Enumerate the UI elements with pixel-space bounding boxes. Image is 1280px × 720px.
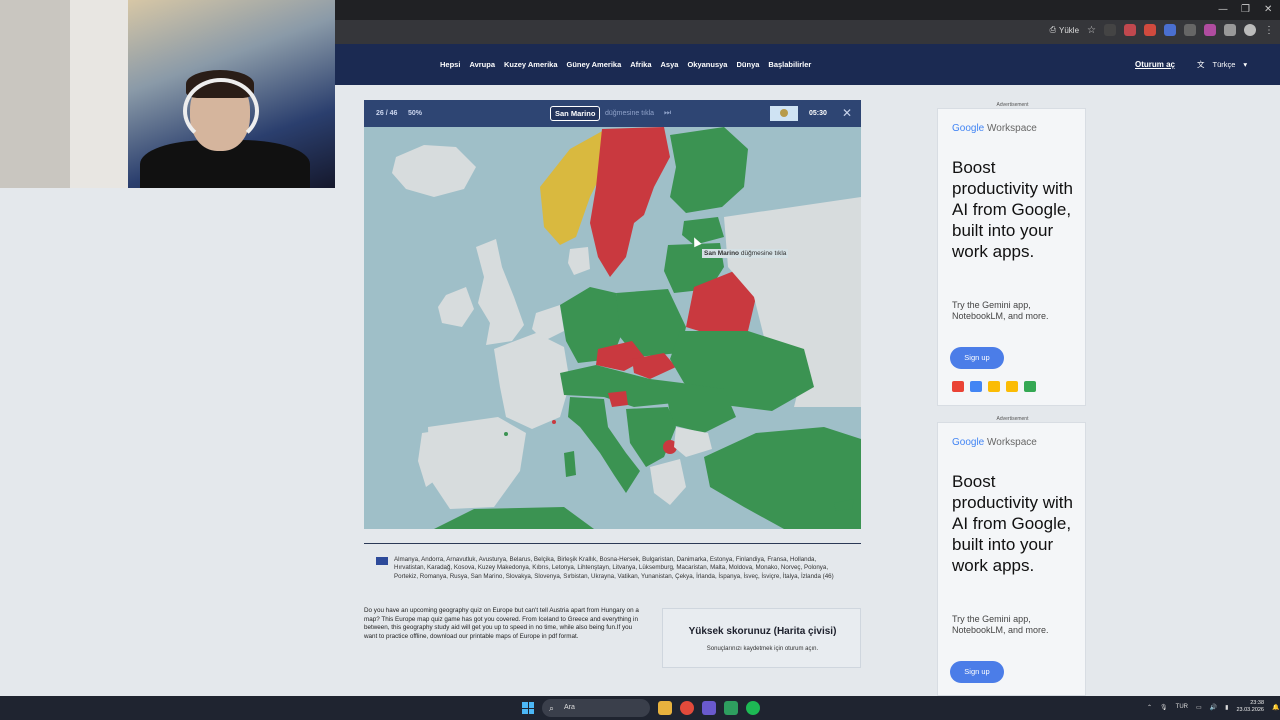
- translate-icon: 文: [1197, 60, 1205, 69]
- country-list: Almanya, Andorra, Arnavutluk, Avusturya,…: [364, 543, 861, 587]
- ad-body: Try the Gemini app, NotebookLM, and more…: [952, 614, 1049, 635]
- nav-link-south-america[interactable]: Güney Amerika: [567, 60, 622, 69]
- high-score-title: Yüksek skorunuz (Harita çivisi): [688, 626, 837, 637]
- minimize-icon[interactable]: —: [1218, 4, 1228, 15]
- target-country: San Marino: [550, 106, 601, 121]
- ad-banner[interactable]: Advertisement Google Workspace Boost pro…: [937, 102, 1086, 406]
- high-score-box: Yüksek skorunuz (Harita çivisi) Sonuçlar…: [662, 608, 861, 668]
- eu-flag-icon: [376, 557, 388, 565]
- country-list-text: Almanya, Andorra, Arnavutluk, Avusturya,…: [394, 556, 834, 580]
- language-label: Türkçe: [1212, 60, 1236, 69]
- quiz-header: 26 / 46 50% San Marino düğmesine tıkla ⏭…: [364, 100, 861, 127]
- close-quiz-icon[interactable]: ✕: [842, 106, 852, 120]
- nav-link-beginners[interactable]: Başlabilirler: [768, 60, 811, 69]
- about-text: Do you have an upcoming geography quiz o…: [364, 607, 639, 640]
- ad-app-icons: [952, 381, 1036, 392]
- ad-signup-button[interactable]: Sign up: [950, 661, 1004, 683]
- ad-signup-button[interactable]: Sign up: [950, 347, 1004, 369]
- score-percent: 50%: [408, 110, 423, 117]
- address-bar-area: ⎙ Yükle ☆ ⋮: [335, 20, 1280, 44]
- webcam-headset: [183, 78, 259, 144]
- country-sardinia[interactable]: [564, 451, 576, 477]
- extensions-puzzle-icon[interactable]: [1224, 24, 1236, 36]
- webcam-door: [70, 0, 130, 188]
- ad-brand-product: Workspace: [987, 437, 1037, 448]
- site-navbar: Hepsi Avrupa Kuzey Amerika Güney Amerika…: [335, 44, 1280, 85]
- close-window-icon[interactable]: ✕: [1264, 4, 1272, 15]
- spotify-icon[interactable]: [746, 701, 760, 715]
- ad-headline: Boost productivity with AI from Google, …: [952, 472, 1073, 575]
- ad-brand-product: Workspace: [987, 123, 1037, 134]
- ad-body: Try the Gemini app, NotebookLM, and more…: [952, 300, 1049, 321]
- install-label: Yükle: [1059, 25, 1080, 35]
- tooltip-text: düğmesine tıkla: [740, 250, 787, 257]
- ad-label: Advertisement: [996, 416, 1029, 422]
- quiz-panel: 26 / 46 50% San Marino düğmesine tıkla ⏭…: [364, 100, 861, 529]
- bookmark-star-icon[interactable]: ☆: [1087, 25, 1096, 36]
- notification-icon[interactable]: 🔔: [1272, 704, 1279, 711]
- menu-dots-icon[interactable]: ⋮: [1264, 25, 1274, 36]
- login-link[interactable]: Oturum aç: [1135, 60, 1175, 69]
- nav-link-all[interactable]: Hepsi: [440, 60, 460, 69]
- extension-icon[interactable]: [1144, 24, 1156, 36]
- tooltip-country: San Marino: [704, 250, 740, 257]
- clock-time: 23:38: [1250, 700, 1264, 706]
- clock-date: 23.03.2026: [1236, 707, 1264, 713]
- extension-icon[interactable]: [1124, 24, 1136, 36]
- chevron-up-icon[interactable]: ⌃: [1147, 704, 1152, 711]
- extension-icon[interactable]: [1204, 24, 1216, 36]
- volume-icon[interactable]: 🔊: [1210, 704, 1217, 711]
- install-icon: ⎙: [1049, 25, 1057, 34]
- nav-link-north-america[interactable]: Kuzey Amerika: [504, 60, 558, 69]
- taskbar-clock[interactable]: 23:38 23.03.2026: [1236, 700, 1264, 714]
- extension-icon[interactable]: [1184, 24, 1196, 36]
- country-andorra[interactable]: [504, 432, 508, 436]
- extension-icon[interactable]: [1104, 24, 1116, 36]
- nav-link-europe[interactable]: Avrupa: [469, 60, 495, 69]
- gmail-icon: [952, 381, 964, 392]
- quiz-prompt: düğmesine tıkla: [605, 110, 655, 117]
- quiz-timer: 05:30: [809, 110, 827, 117]
- ad-brand: Google Workspace: [952, 437, 1037, 448]
- file-explorer-icon[interactable]: [658, 701, 672, 715]
- input-language[interactable]: TUR: [1176, 704, 1188, 710]
- nav-link-world[interactable]: Dünya: [736, 60, 759, 69]
- start-button[interactable]: [522, 702, 534, 714]
- skip-icon[interactable]: ⏭: [664, 108, 671, 118]
- nav-link-oceania[interactable]: Okyanusya: [687, 60, 727, 69]
- target-flag: [770, 106, 798, 121]
- nav-link-asia[interactable]: Asya: [661, 60, 679, 69]
- taskbar-search[interactable]: Ara: [542, 699, 650, 717]
- map-tooltip: San Marino düğmesine tıkla: [702, 249, 789, 258]
- calendar-icon: [970, 381, 982, 392]
- country-monaco[interactable]: [552, 420, 556, 424]
- webcam-overlay: [0, 0, 335, 188]
- app-icon[interactable]: [724, 701, 738, 715]
- battery-icon[interactable]: ▮: [1225, 704, 1228, 711]
- ad-brand: Google Workspace: [952, 123, 1037, 134]
- ad-brand-google: Google: [952, 123, 985, 134]
- ad-headline: Boost productivity with AI from Google, …: [952, 158, 1073, 261]
- teams-icon[interactable]: [702, 701, 716, 715]
- profile-avatar[interactable]: [1244, 24, 1256, 36]
- chevron-down-icon: ▾: [1243, 60, 1248, 69]
- language-selector[interactable]: 文 Türkçe ▾: [1197, 59, 1247, 70]
- extension-icon[interactable]: [1164, 24, 1176, 36]
- drive-icon: [988, 381, 1000, 392]
- keep-icon: [1006, 381, 1018, 392]
- ad-banner[interactable]: Advertisement Google Workspace Boost pro…: [937, 416, 1086, 696]
- restore-icon[interactable]: ❐: [1241, 4, 1250, 15]
- meet-icon: [1024, 381, 1036, 392]
- install-button[interactable]: ⎙ Yükle: [1050, 25, 1079, 35]
- chrome-icon[interactable]: [680, 701, 694, 715]
- network-icon[interactable]: ▭: [1196, 704, 1202, 711]
- high-score-subtitle[interactable]: Sonuçlarınızı kaydetmek için oturum açın…: [663, 646, 862, 652]
- ad-brand-google: Google: [952, 437, 985, 448]
- question-counter: 26 / 46: [376, 110, 398, 117]
- microphone-icon[interactable]: 🎙: [1160, 704, 1168, 711]
- nav-link-africa[interactable]: Afrika: [630, 60, 651, 69]
- ad-label: Advertisement: [996, 102, 1029, 108]
- europe-map[interactable]: [364, 127, 861, 529]
- taskbar: Ara ⌃ 🎙 TUR ▭ 🔊 ▮ 23:38 23.03.2026 🔔: [0, 696, 1280, 720]
